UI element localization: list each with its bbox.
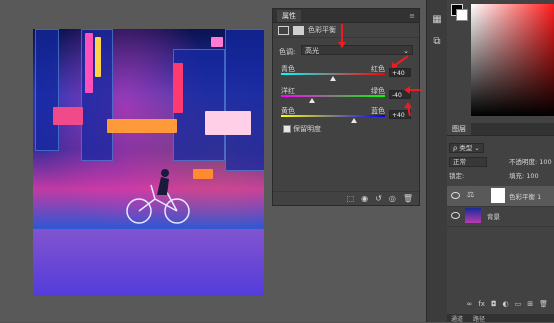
mask-icon[interactable]: ◘ xyxy=(491,300,497,312)
adjustments-panel-icon[interactable]: ⧉ xyxy=(431,36,443,48)
trash-icon[interactable]: 🗑 xyxy=(403,194,413,203)
opacity-field[interactable]: 不透明度: 100 xyxy=(509,157,552,167)
bottom-tabs: 通道 路径 xyxy=(447,314,554,323)
background-color[interactable] xyxy=(456,9,468,21)
layer-row-adjustment[interactable]: ⚖ 色彩平衡 1 xyxy=(447,186,554,207)
magenta-green-thumb[interactable] xyxy=(309,98,316,103)
blend-mode-value: 正常 xyxy=(449,157,487,167)
layers-tabbar: 图层 xyxy=(447,123,554,136)
blend-mode-select[interactable]: 正常 xyxy=(449,157,487,167)
preserve-luminosity-label: 保留明度 xyxy=(293,125,321,133)
lock-label: 锁定: xyxy=(449,172,465,180)
kind-filter-value: 类型 xyxy=(459,144,473,152)
tone-value: 高光 xyxy=(305,47,319,55)
eye-icon[interactable] xyxy=(451,212,460,219)
fx-icon[interactable]: fx xyxy=(478,300,485,312)
mask-icon[interactable] xyxy=(293,25,304,35)
layer-thumbnail xyxy=(465,208,481,223)
right-panels: 图层 ρ 类型 ⌄ 正常 不透明度: 100 锁定: 填充: 100 ⚖ 色彩平… xyxy=(447,0,554,323)
panel-menu-icon[interactable]: ≡ xyxy=(409,12,415,20)
kind-filter[interactable]: ρ 类型 ⌄ xyxy=(449,143,484,153)
trash-icon[interactable]: 🗑 xyxy=(539,300,548,312)
fill-field[interactable]: 填充: 100 xyxy=(509,171,539,181)
link-icon[interactable]: ∞ xyxy=(467,300,473,312)
night-city-photo xyxy=(33,29,264,296)
eye-icon[interactable] xyxy=(451,192,460,199)
clip-to-layer-icon[interactable]: ⬚ xyxy=(347,194,355,203)
layer-name: 背景 xyxy=(487,213,500,221)
properties-tab[interactable]: 属性 xyxy=(277,9,301,22)
layers-tab[interactable]: 图层 xyxy=(447,123,471,135)
properties-footer: ⬚ ◉ ↺ ◎ 🗑 xyxy=(273,191,419,205)
balance-icon: ⚖ xyxy=(467,190,475,199)
balance-icon xyxy=(278,25,289,35)
folder-icon[interactable]: ▭ xyxy=(515,300,522,312)
adjustment-icon[interactable]: ◐ xyxy=(503,300,509,312)
tone-label: 色调: xyxy=(279,48,296,56)
layer-mask-thumbnail[interactable] xyxy=(491,188,505,203)
layer-row-background[interactable]: 背景 xyxy=(447,206,554,227)
new-layer-icon[interactable]: ⊞ xyxy=(527,300,533,312)
panel-toolstrip: ▦ ⧉ xyxy=(426,0,448,322)
color-picker-field[interactable] xyxy=(471,4,554,116)
preserve-luminosity-checkbox[interactable] xyxy=(283,125,291,133)
view-previous-icon[interactable]: ◉ xyxy=(361,194,368,203)
reset-icon[interactable]: ↺ xyxy=(375,194,382,203)
layers-footer: ∞ fx ◘ ◐ ▭ ⊞ 🗑 xyxy=(447,300,554,312)
annotation-arrows xyxy=(338,24,422,117)
color-panel-icon[interactable]: ▦ xyxy=(431,14,443,26)
layer-name: 色彩平衡 1 xyxy=(509,193,542,201)
visibility-icon[interactable]: ◎ xyxy=(389,194,396,203)
